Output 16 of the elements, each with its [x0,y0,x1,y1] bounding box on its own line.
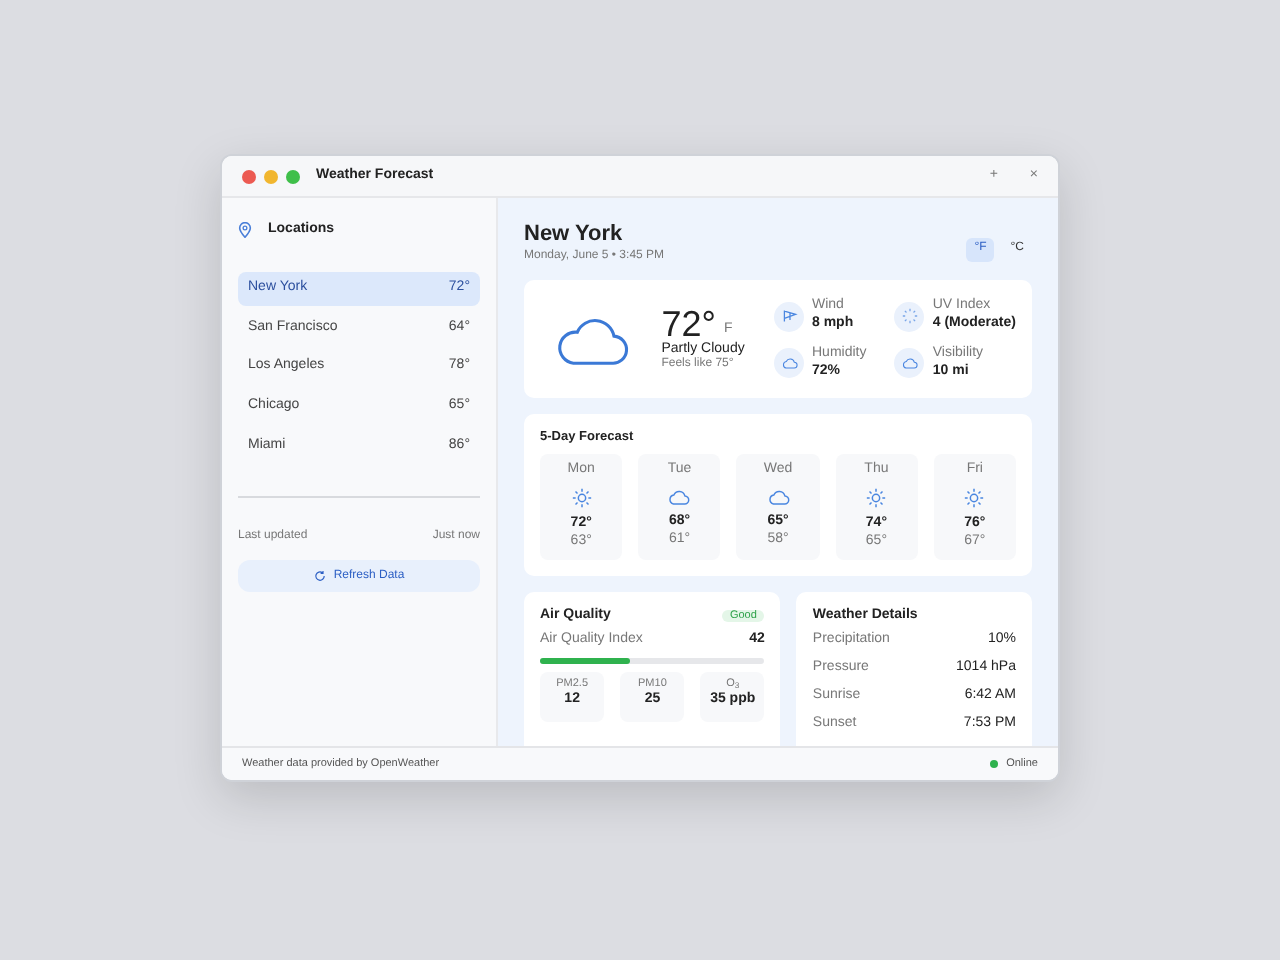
cloud-icon [767,488,789,507]
maximize-window-button[interactable] [286,169,300,183]
location-pin-icon [238,222,252,239]
cloud-icon [901,356,918,370]
current-temperature: 72° [661,305,716,342]
city-title: New York [524,222,625,249]
sun-icon [571,488,592,509]
close-window-button[interactable] [242,169,256,183]
minimize-window-button[interactable] [264,169,278,183]
refresh-icon [313,570,326,582]
wind-icon [781,308,797,324]
sun-icon [866,488,887,509]
cloud-icon [668,488,691,507]
cloud-icon [781,356,797,370]
sun-icon [964,488,985,509]
sun-icon [901,308,918,324]
